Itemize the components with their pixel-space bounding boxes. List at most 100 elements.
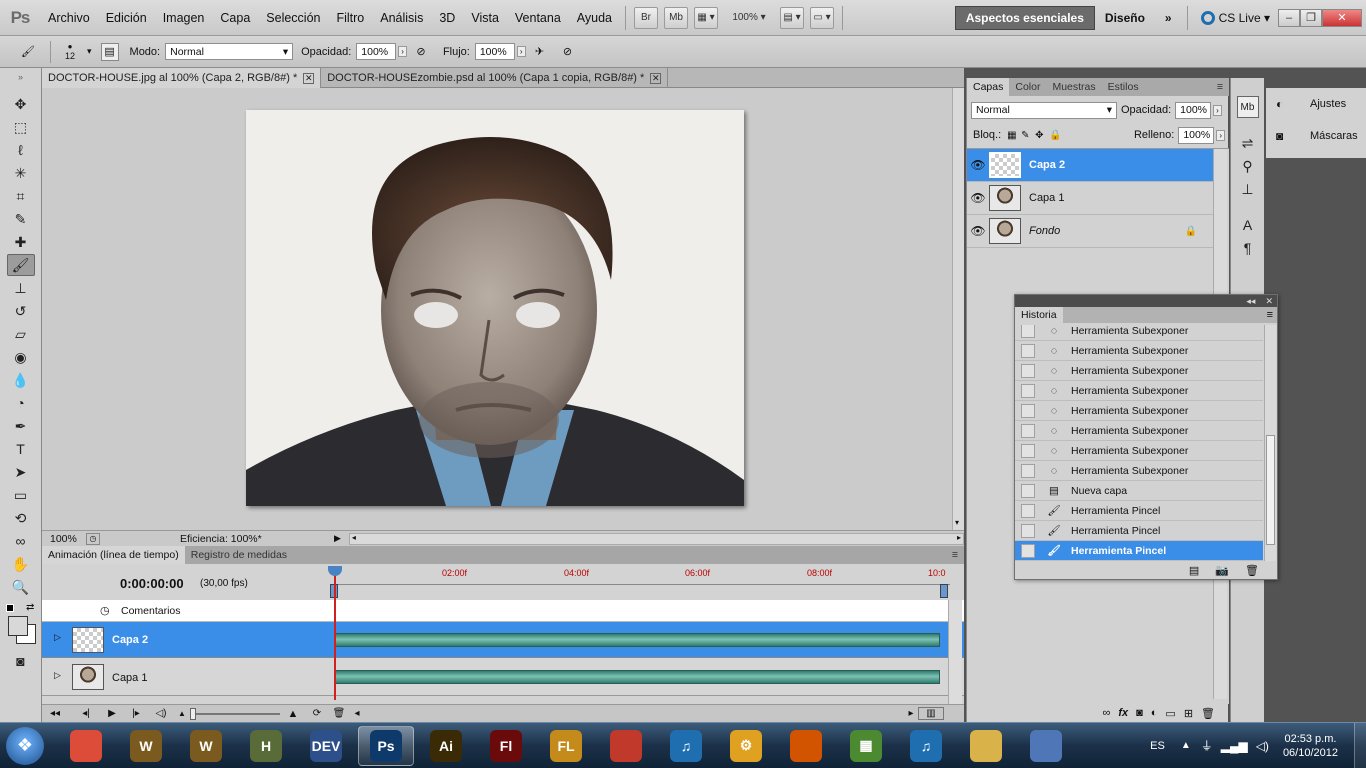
clone-stamp-tool-icon[interactable]: ⊥ [7, 277, 35, 299]
frame-mode-icon[interactable]: ▥ [918, 707, 944, 720]
eye-icon[interactable]: 👁 [967, 158, 989, 172]
blend-mode-select[interactable]: Normal ▾ [971, 101, 1117, 119]
eraser-tool-icon[interactable]: ▱ [7, 323, 35, 345]
document-tab[interactable]: DOCTOR-HOUSE.jpg al 100% (Capa 2, RGB/8#… [42, 68, 322, 88]
shape-tool-icon[interactable]: ▭ [7, 484, 35, 506]
collapse-icon[interactable]: ◂◂ [1246, 296, 1255, 307]
eye-icon[interactable]: 👁 [967, 191, 989, 205]
layer-row[interactable]: 👁 Capa 2 [967, 149, 1213, 182]
menu-item[interactable]: Ventana [507, 0, 569, 36]
menu-item[interactable]: Vista [463, 0, 507, 36]
eyedropper-tool-icon[interactable]: ✎ [7, 208, 35, 230]
expand-icon[interactable]: ▷ [54, 632, 61, 643]
brush-preset-picker[interactable]: ● 12 [59, 42, 81, 61]
history-scrollbar[interactable] [1264, 325, 1276, 561]
menu-item[interactable]: Edición [98, 0, 155, 36]
history-item[interactable]: ◌ Herramienta Subexponer [1015, 325, 1263, 341]
history-item[interactable]: 🖌 Herramienta Pincel [1015, 541, 1263, 561]
taskbar-app-illustrator[interactable]: Ai [418, 726, 474, 766]
snapshot-source-box[interactable] [1021, 523, 1035, 538]
brush-tool-icon[interactable]: 🖌 [6, 254, 35, 276]
lock-position-icon[interactable]: ✥ [1035, 130, 1049, 141]
taskbar-app-photoshop[interactable]: Ps [358, 725, 414, 766]
minibridge-button[interactable]: Mb [664, 6, 689, 29]
snapshot-source-box[interactable] [1021, 325, 1035, 338]
history-brush-tool-icon[interactable]: ↺ [7, 300, 35, 322]
3d-orbit-tool-icon[interactable]: ∞ [7, 530, 35, 552]
clone-source-icon[interactable]: ⊥ [1234, 178, 1262, 200]
play-icon[interactable]: ▶ [100, 708, 124, 719]
taskbar-app-flstudio[interactable]: FL [538, 726, 594, 766]
taskbar-app-wow-2[interactable]: W [178, 726, 234, 766]
tab-animation[interactable]: Animación (línea de tiempo) [42, 546, 185, 564]
healing-brush-tool-icon[interactable]: ✚ [7, 231, 35, 253]
canvas-horizontal-scrollbar[interactable]: ◂ ▸ [348, 532, 964, 545]
flow-slider-button[interactable]: › [516, 46, 526, 57]
view-extras-button[interactable]: ▦ ▾ [694, 6, 719, 29]
document-image[interactable] [246, 110, 744, 506]
snapshot-icon[interactable]: 📷 [1215, 564, 1229, 577]
close-button[interactable]: ✕ [1322, 8, 1362, 27]
snapshot-source-box[interactable] [1021, 443, 1035, 458]
brush-tool-icon[interactable]: 🖌 [17, 41, 39, 63]
pressure-opacity-icon[interactable]: ⊘ [410, 41, 432, 63]
history-item[interactable]: ◌ Herramienta Subexponer [1015, 401, 1263, 421]
start-button[interactable]: ❖ [0, 723, 50, 768]
document-tab[interactable]: DOCTOR-HOUSEzombie.psd al 100% (Capa 1 c… [321, 68, 669, 88]
foreground-color-swatch[interactable] [8, 616, 28, 636]
brush-panel-icon[interactable]: ▤ [100, 42, 119, 61]
minimize-button[interactable]: – [1278, 8, 1300, 27]
new-document-from-state-icon[interactable]: ▤ [1189, 564, 1199, 577]
quick-mask-icon[interactable]: ◙ [7, 650, 35, 672]
more-workspaces-icon[interactable]: » [1155, 6, 1182, 30]
menu-item[interactable]: 3D [431, 0, 463, 36]
delete-icon[interactable]: 🗑 [1245, 564, 1259, 577]
close-icon[interactable]: ✕ [303, 72, 315, 84]
clock[interactable]: 02:53 p.m. 06/10/2012 [1283, 732, 1338, 760]
menu-item[interactable]: Filtro [328, 0, 372, 36]
minibridge-icon[interactable]: Mb [1236, 96, 1259, 118]
taskbar-app-wow-1[interactable]: W [118, 726, 174, 766]
layer-name[interactable]: Fondo [1029, 225, 1185, 237]
tab-layers[interactable]: Capas [967, 78, 1010, 96]
type-tool-icon[interactable]: T [7, 438, 35, 460]
zoom-in-icon[interactable]: ▲ [280, 708, 306, 720]
3d-rotate-tool-icon[interactable]: ⟲ [7, 507, 35, 529]
path-selection-tool-icon[interactable]: ➤ [7, 461, 35, 483]
taskbar-app-minecraft[interactable]: ▦ [838, 726, 894, 766]
fx-icon[interactable]: fx [1118, 707, 1128, 719]
layer-duration-bar[interactable] [334, 633, 940, 647]
fill-slider-button[interactable]: › [1216, 129, 1225, 141]
opacity-slider-button[interactable]: › [1213, 104, 1222, 116]
taskbar-app-chrome[interactable] [58, 726, 114, 766]
history-item[interactable]: ◌ Herramienta Subexponer [1015, 361, 1263, 381]
lock-pixels-icon[interactable]: ✎ [1021, 130, 1035, 141]
workspace-design[interactable]: Diseño [1095, 6, 1155, 30]
character-icon[interactable]: A [1234, 214, 1262, 236]
menu-item[interactable]: Análisis [372, 0, 431, 36]
history-item[interactable]: ◌ Herramienta Subexponer [1015, 381, 1263, 401]
swap-colors-icon[interactable]: ⇄ [26, 602, 34, 613]
status-menu-icon[interactable]: ▶ [334, 533, 341, 544]
brush-presets-icon[interactable]: ⇌ [1234, 132, 1262, 154]
screen-mode-button[interactable]: ▭ ▾ [810, 6, 835, 29]
history-item[interactable]: ◌ Herramienta Subexponer [1015, 461, 1263, 481]
timeline-h-scrollbar[interactable] [364, 709, 904, 719]
taskbar-app-halo[interactable]: H [238, 726, 294, 766]
timeline-layer-row[interactable]: ▷ Capa 2 [42, 622, 964, 658]
taskbar-app-devcpp[interactable]: DEV [298, 726, 354, 766]
zoom-tool-icon[interactable]: 🔍 [7, 576, 35, 598]
audio-icon[interactable]: ◁) [148, 708, 174, 719]
scroll-thumb[interactable] [1266, 435, 1275, 545]
zoom-level[interactable]: 100% [42, 533, 86, 545]
snapshot-source-box[interactable] [1021, 403, 1035, 418]
timeline-scrollbar[interactable] [948, 600, 962, 704]
menu-item[interactable]: Capa [212, 0, 258, 36]
usb-icon[interactable]: ⚲ [1234, 155, 1262, 177]
mode-select[interactable]: Normal ▾ [165, 43, 294, 60]
tab-history[interactable]: Historia [1015, 307, 1063, 323]
slider-thumb[interactable] [190, 707, 196, 720]
taskbar-app-flash[interactable]: Fl [478, 726, 534, 766]
snapshot-source-box[interactable] [1021, 343, 1035, 358]
workspace-essentials[interactable]: Aspectos esenciales [954, 5, 1095, 30]
